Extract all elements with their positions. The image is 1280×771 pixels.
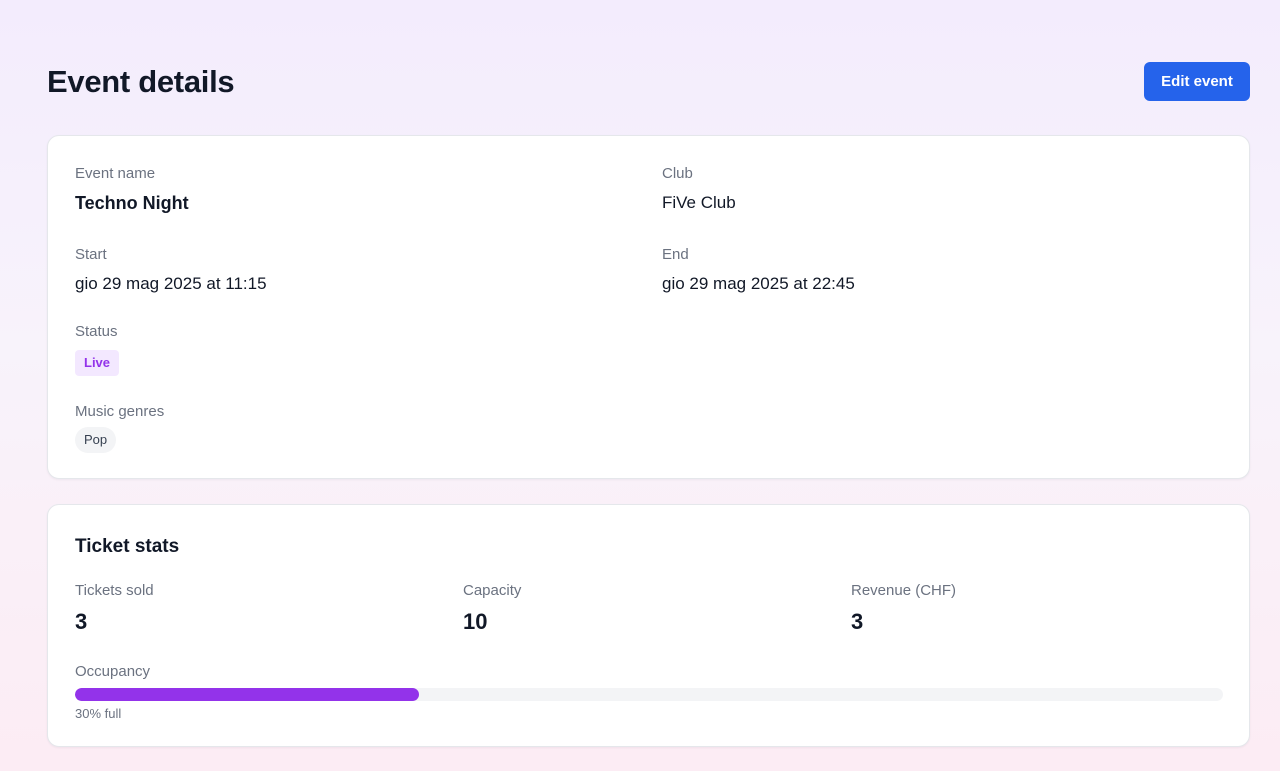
page-title: Event details (47, 63, 235, 99)
ticket-stats-title: Ticket stats (75, 536, 180, 557)
start-value: gio 29 mag 2025 at 11:15 (75, 274, 267, 293)
event-name-field: Event name Techno Night (75, 165, 189, 214)
ticket-stats-card: Ticket stats Tickets sold 3 Capacity 10 … (47, 504, 1250, 747)
capacity-value: 10 (463, 609, 488, 634)
event-details-card: Event name Techno Night Club FiVe Club S… (47, 135, 1250, 479)
edit-event-button[interactable]: Edit event (1144, 62, 1250, 101)
start-label: Start (75, 246, 107, 263)
club-label: Club (662, 165, 693, 182)
revenue-label: Revenue (CHF) (851, 582, 957, 599)
occupancy-progress-fill (75, 688, 420, 701)
tickets-sold-stat: Tickets sold 3 (75, 582, 154, 635)
revenue-stat: Revenue (CHF) 3 (851, 582, 956, 635)
capacity-stat: Capacity 10 (463, 582, 521, 635)
tickets-sold-value: 3 (75, 609, 88, 634)
end-field: End gio 29 mag 2025 at 22:45 (662, 246, 855, 295)
tickets-sold-label: Tickets sold (75, 582, 154, 599)
status-field: Status Live (75, 323, 120, 376)
club-value: FiVe Club (662, 193, 736, 212)
status-label: Status (75, 323, 118, 340)
end-label: End (662, 246, 689, 263)
genre-chip: Pop (75, 427, 117, 453)
start-field: Start gio 29 mag 2025 at 11:15 (75, 246, 267, 295)
event-name-label: Event name (75, 165, 156, 182)
occupancy-percent-text: 30% full (75, 706, 122, 721)
club-field: Club FiVe Club (662, 165, 736, 214)
status-badge: Live (75, 350, 120, 376)
page-header: Event details Edit event (47, 62, 1250, 101)
occupancy-section: Occupancy 30% full (75, 663, 1223, 721)
occupancy-label: Occupancy (75, 663, 151, 680)
occupancy-progress-track (75, 688, 1223, 701)
event-name-value: Techno Night (75, 193, 189, 213)
revenue-value: 3 (851, 609, 864, 634)
music-genres-field: Music genres Pop (75, 403, 164, 453)
end-value: gio 29 mag 2025 at 22:45 (662, 274, 855, 293)
music-genres-label: Music genres (75, 403, 165, 420)
capacity-label: Capacity (463, 582, 522, 599)
